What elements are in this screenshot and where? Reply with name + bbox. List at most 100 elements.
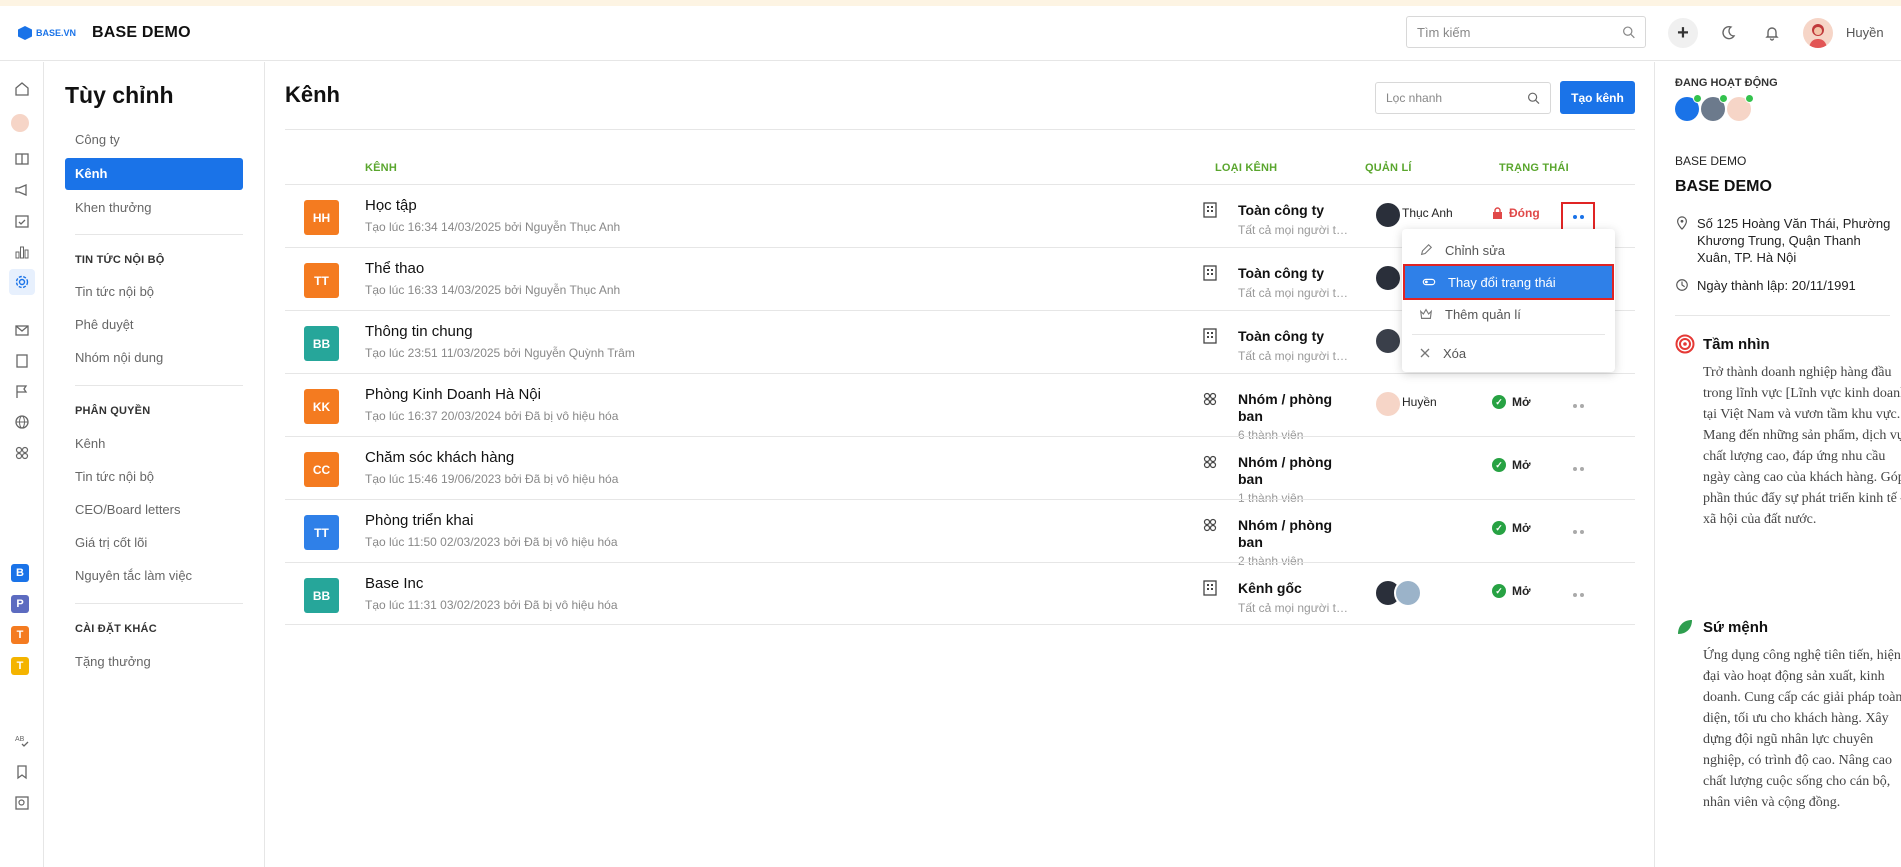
mail-icon[interactable] [9,317,35,343]
manager-avatar[interactable] [1374,327,1402,355]
app-p-icon[interactable]: P [11,595,29,613]
plus-icon: + [1677,21,1689,44]
brand[interactable]: BASE.VN BASE DEMO [18,24,191,42]
notifications-button[interactable] [1757,18,1787,48]
status-badge: Đóng [1492,206,1540,220]
nav-item-perm-principles[interactable]: Nguyên tắc làm việc [65,560,243,592]
channel-name[interactable]: Base Inc [365,575,423,592]
channel-avatar: TT [304,515,339,550]
channel-type: Toàn công ty [1238,265,1325,281]
actions-dropdown: Chỉnh sửa Thay đổi trạng thái Thêm quản … [1402,229,1615,372]
settings-gear-icon[interactable] [9,269,35,295]
channel-type-desc: Tất cả mọi người trong công ty [1238,349,1348,363]
nav-item-company[interactable]: Công ty [65,124,243,156]
book-icon[interactable] [9,348,35,374]
more-actions-button[interactable] [1561,517,1595,547]
manager-avatar[interactable] [1374,390,1402,418]
vision-heading: Tầm nhìn [1675,334,1770,354]
quick-filter[interactable] [1375,82,1551,114]
manager-avatar[interactable] [1394,579,1422,607]
more-actions-button[interactable] [1561,580,1595,610]
nav-item-content-group[interactable]: Nhóm nội dung [65,342,243,374]
status-badge: ✓ Mở [1492,395,1531,409]
page-title: Kênh [285,82,340,107]
bar-chart-icon[interactable] [9,239,35,265]
add-button[interactable]: + [1668,18,1698,48]
table-row[interactable]: KK Phòng Kinh Doanh Hà Nội Tạo lúc 16:37… [285,373,1635,442]
channel-type-desc: Tất cả mọi người trong công ty [1238,601,1348,615]
nav-item-reward[interactable]: Khen thưởng [65,192,243,224]
channel-avatar: HH [304,200,339,235]
more-actions-button[interactable] [1561,454,1595,484]
check-icon: ✓ [1492,395,1506,409]
nav-item-perm-news[interactable]: Tin tức nội bộ [65,461,243,493]
top-search[interactable] [1406,16,1646,48]
table-row[interactable]: TT Phòng triển khai Tạo lúc 11:50 02/03/… [285,499,1635,568]
nav-item-perm-values[interactable]: Giá trị cốt lõi [65,527,243,559]
channel-name[interactable]: Phòng triển khai [365,512,473,529]
team-icon [1203,392,1217,406]
channel-name[interactable]: Chăm sóc khách hàng [365,449,514,466]
active-user-avatar[interactable] [1727,94,1754,121]
app-t-icon[interactable]: T [11,626,29,644]
crown-icon [1419,308,1433,319]
manager-avatar[interactable] [1374,264,1402,292]
channel-name[interactable]: Thông tin chung [365,323,473,340]
filter-input[interactable] [1386,91,1528,105]
calendar-icon[interactable] [9,208,35,234]
bookmark-icon[interactable] [9,759,35,785]
newsfeed-icon[interactable] [9,146,35,172]
check-icon: ✓ [1492,584,1506,598]
channel-name[interactable]: Phòng Kinh Doanh Hà Nội [365,386,541,403]
nav-item-internal-news[interactable]: Tin tức nội bộ [65,276,243,308]
home-icon[interactable] [9,76,35,102]
divider [75,603,243,604]
nav-item-channel[interactable]: Kênh [65,158,243,190]
active-title: ĐANG HOẠT ĐỘNG [1675,77,1778,89]
col-header-channel: KÊNH [365,162,397,174]
channel-created: Tạo lúc 15:46 19/06/2023 bởi Đã bị vô hi… [365,472,619,486]
globe-icon[interactable] [9,409,35,435]
mission-heading: Sứ mệnh [1675,617,1768,637]
manager-name[interactable]: Thục Anh [1402,206,1453,220]
translate-icon[interactable]: AB [9,728,35,754]
nav-item-perm-channel[interactable]: Kênh [65,428,243,460]
menu-item-add-manager[interactable]: Thêm quản lí [1402,298,1615,330]
search-box-icon[interactable] [9,790,35,816]
nav-item-gift[interactable]: Tặng thưởng [65,646,243,678]
hexagon-icon [18,26,32,40]
status-badge: ✓ Mở [1492,584,1531,598]
profile-avatar[interactable] [11,114,29,132]
create-channel-button[interactable]: Tạo kênh [1560,81,1635,114]
megaphone-icon[interactable] [9,177,35,203]
manager-name[interactable]: Huyền [1402,395,1437,409]
more-actions-button[interactable] [1561,202,1595,232]
section-internal-news: TIN TỨC NỘI BỘ [75,254,165,266]
nav-item-approval[interactable]: Phê duyệt [65,309,243,341]
user-avatar[interactable] [1803,18,1833,48]
search-input[interactable] [1417,24,1622,40]
menu-item-change-status[interactable]: Thay đổi trạng thái [1403,264,1614,300]
mission-text: Ứng dụng công nghệ tiên tiến, hiện đại v… [1703,648,1901,810]
group-icon[interactable] [9,440,35,466]
channel-type: Toàn công ty [1238,202,1325,218]
building-icon [1203,580,1217,596]
dark-mode-button[interactable] [1713,18,1743,48]
active-user-avatar[interactable] [1701,94,1728,121]
leaf-icon [1678,620,1692,634]
app-t2-icon[interactable]: T [11,657,29,675]
channel-name[interactable]: Thể thao [365,260,424,277]
table-row[interactable]: BB Base Inc Tạo lúc 11:31 03/02/2023 bởi… [285,562,1635,625]
user-name[interactable]: Huyền [1846,25,1884,40]
more-actions-button[interactable] [1561,391,1595,421]
channel-name[interactable]: Học tập [365,197,417,214]
menu-item-edit[interactable]: Chỉnh sửa [1402,234,1615,266]
nav-item-perm-ceo[interactable]: CEO/Board letters [65,494,243,526]
table-row[interactable]: CC Chăm sóc khách hàng Tạo lúc 15:46 19/… [285,436,1635,505]
divider [1412,334,1605,335]
flag-icon[interactable] [9,379,35,405]
active-user-avatar[interactable] [1675,94,1702,121]
menu-item-delete[interactable]: Xóa [1402,337,1615,369]
manager-avatar[interactable] [1374,201,1402,229]
app-b-icon[interactable]: B [11,564,29,582]
